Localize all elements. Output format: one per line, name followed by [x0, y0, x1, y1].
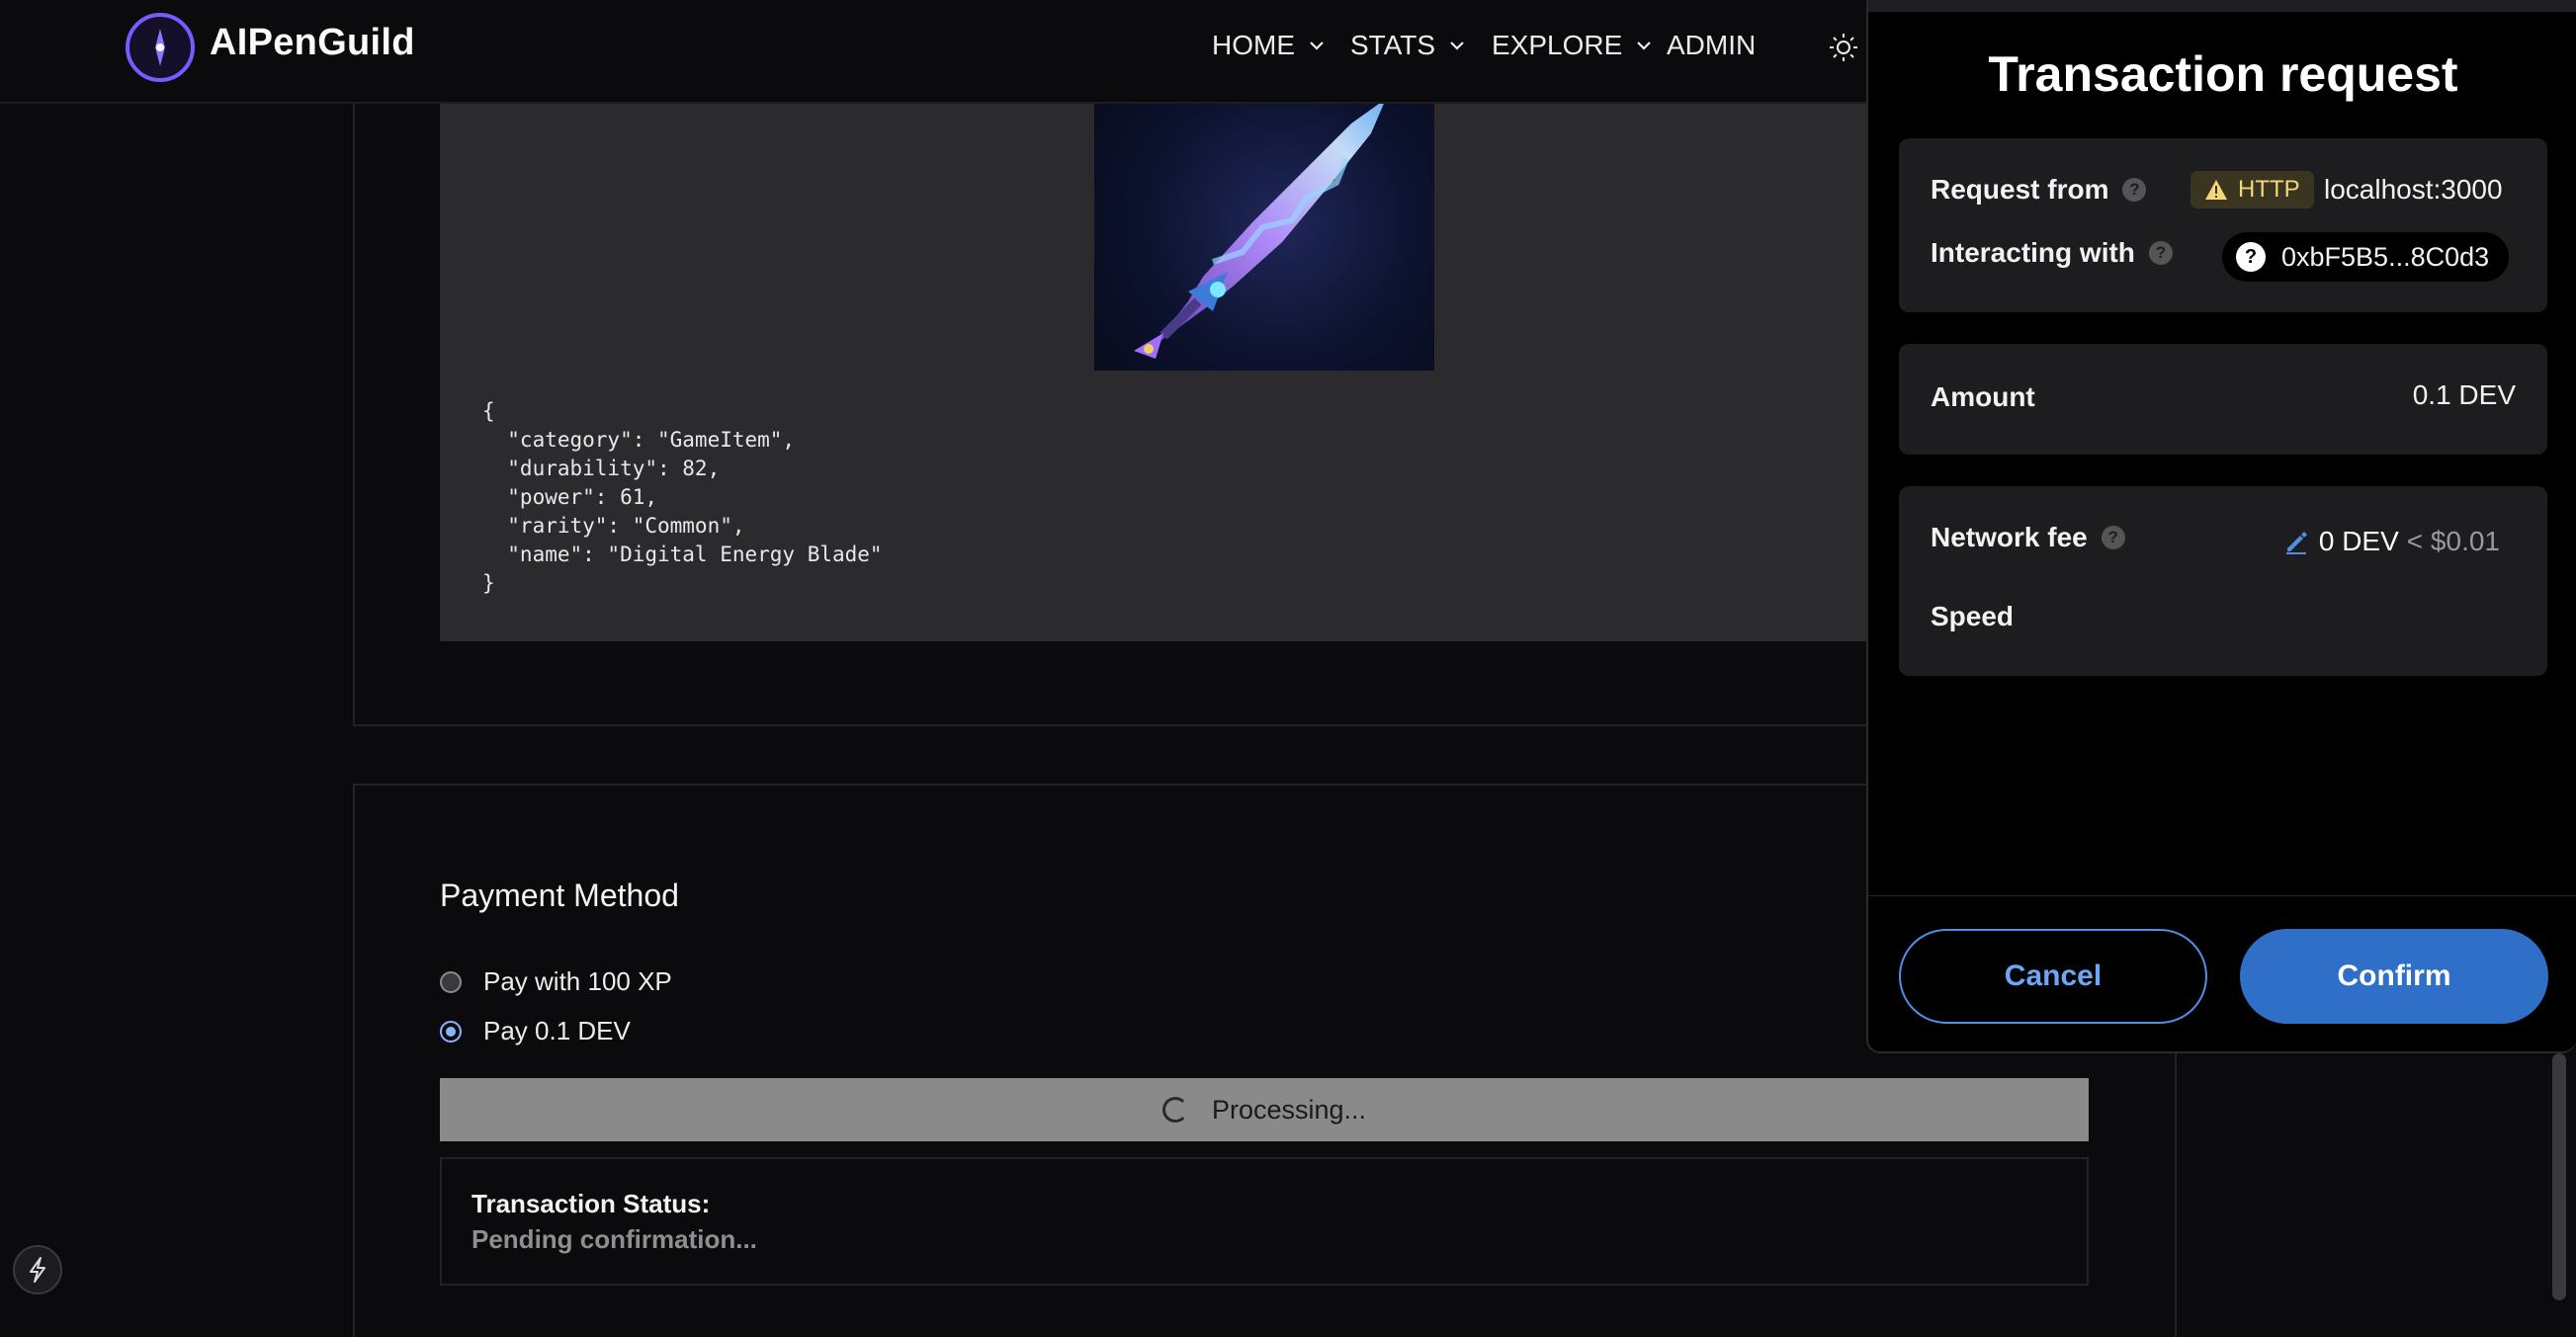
- radio-pay-dev[interactable]: [440, 1020, 462, 1043]
- http-badge-label: HTTP: [2238, 176, 2300, 203]
- fee-usd-amount: < $0.01: [2406, 526, 2500, 556]
- pay-dev-label: Pay 0.1 DEV: [483, 1016, 631, 1045]
- help-icon[interactable]: ?: [2101, 526, 2125, 549]
- processing-button[interactable]: Processing...: [440, 1078, 2089, 1141]
- page-scrollbar[interactable]: [2552, 1053, 2566, 1300]
- request-host: localhost:3000: [2324, 174, 2503, 205]
- spinner-icon: [1161, 1097, 1188, 1123]
- pay-dev-option[interactable]: Pay 0.1 DEV: [440, 1016, 631, 1046]
- compass-logo-icon[interactable]: [126, 13, 195, 82]
- interacting-with-row: Interacting with ?: [1931, 237, 2173, 269]
- pay-xp-option[interactable]: Pay with 100 XP: [440, 966, 672, 997]
- nav-stats[interactable]: STATS: [1350, 30, 1465, 61]
- wallet-transaction-popup: Transaction request Request from ? HTTP …: [1866, 0, 2576, 1053]
- status-label: Transaction Status:: [472, 1189, 711, 1218]
- request-from-label: Request from: [1931, 174, 2109, 205]
- payment-method-title: Payment Method: [440, 877, 679, 913]
- nav-admin-label: ADMIN: [1667, 30, 1757, 60]
- warning-icon: [2205, 180, 2227, 200]
- contract-address-pill[interactable]: ? 0xbF5B5...8C0d3: [2222, 232, 2510, 282]
- nav-admin[interactable]: ADMIN: [1667, 30, 1756, 61]
- contract-address: 0xbF5B5...8C0d3: [2281, 241, 2490, 272]
- radio-pay-xp[interactable]: [440, 970, 462, 993]
- network-fee-card: Network fee ? 0 DEV < $0.01 Speed: [1899, 486, 2547, 676]
- brand-name[interactable]: AIPenGuild: [210, 22, 415, 64]
- dev-tools-button[interactable]: [13, 1245, 62, 1295]
- item-image: [1094, 99, 1434, 371]
- item-metadata-json: { "category": "GameItem", "durability": …: [482, 399, 883, 595]
- pay-xp-label: Pay with 100 XP: [483, 966, 672, 996]
- nav-home[interactable]: HOME: [1212, 30, 1325, 61]
- amount-label: Amount: [1931, 381, 2035, 412]
- speed-label: Speed: [1931, 601, 2015, 631]
- amount-value: 0.1 DEV: [2412, 379, 2516, 410]
- processing-label: Processing...: [1211, 1094, 1367, 1125]
- network-fee-value[interactable]: 0 DEV < $0.01: [2283, 526, 2500, 557]
- request-info-card: Request from ? HTTP localhost:3000 Inter…: [1899, 138, 2547, 312]
- unknown-contract-icon: ?: [2236, 242, 2266, 272]
- lightning-icon: [30, 1257, 45, 1283]
- sun-icon[interactable]: [1828, 32, 1859, 63]
- help-icon[interactable]: ?: [2148, 241, 2173, 265]
- wallet-title: Transaction request: [1988, 46, 2458, 102]
- wallet-header-strip: [1868, 0, 2576, 12]
- fee-dev-amount: 0 DEV: [2318, 526, 2399, 556]
- network-fee-row: Network fee ?: [1931, 522, 2125, 553]
- chevron-down-icon: [1637, 42, 1652, 50]
- interacting-with-label: Interacting with: [1931, 237, 2135, 268]
- nav-explore[interactable]: EXPLORE: [1492, 30, 1652, 61]
- footer-divider: [1868, 895, 2576, 896]
- chevron-down-icon: [1450, 42, 1464, 50]
- nav-explore-label: EXPLORE: [1492, 30, 1623, 60]
- http-warning-badge: HTTP: [2190, 171, 2314, 209]
- chevron-down-icon: [1310, 42, 1324, 50]
- cancel-button[interactable]: Cancel: [1899, 929, 2207, 1024]
- nav-home-label: HOME: [1212, 30, 1295, 60]
- transaction-status-box: Transaction Status: Pending confirmation…: [440, 1157, 2089, 1286]
- request-from-row: Request from ?: [1931, 174, 2147, 206]
- confirm-button[interactable]: Confirm: [2240, 929, 2548, 1024]
- edit-pencil-icon[interactable]: [2283, 529, 2309, 554]
- status-value: Pending confirmation...: [472, 1224, 757, 1254]
- nav-stats-label: STATS: [1350, 30, 1436, 60]
- help-icon[interactable]: ?: [2122, 178, 2147, 202]
- amount-card: Amount 0.1 DEV: [1899, 344, 2547, 455]
- network-fee-label: Network fee: [1931, 522, 2088, 552]
